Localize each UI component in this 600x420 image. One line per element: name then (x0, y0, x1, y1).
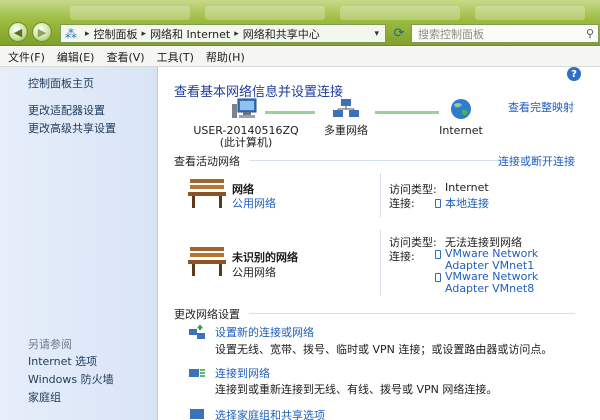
section-divider (249, 160, 511, 161)
park-bench-icon (188, 177, 226, 209)
task-description: 设置无线、宽带、拨号、临时或 VPN 连接；或设置路由器或访问点。 (215, 343, 553, 356)
map-node-sublabel: (此计算机) (219, 136, 273, 149)
map-node-computer[interactable]: USER-20140516ZQ (此计算机) (191, 98, 301, 149)
background-window-tab (475, 6, 585, 20)
search-placeholder: 搜索控制面板 (418, 27, 484, 41)
map-connection-line (375, 111, 439, 114)
connection-link-local[interactable]: 本地连接 (435, 195, 489, 211)
section-divider (249, 313, 575, 314)
breadcrumb-separator-icon: ▸ (141, 28, 147, 39)
computer-icon (231, 98, 261, 122)
breadcrumb-separator-icon: ▸ (85, 28, 90, 39)
active-networks-heading: 查看活动网络 (174, 155, 240, 168)
new-connection-icon (188, 324, 206, 340)
ethernet-adapter-icon (435, 199, 441, 208)
connection-name: 本地连接 (445, 197, 489, 210)
connect-disconnect-link[interactable]: 连接或断开连接 (498, 153, 575, 169)
breadcrumb-item[interactable]: 控制面板 (94, 26, 138, 42)
task-description: 连接到或重新连接到无线、有线、拨号或 VPN 网络连接。 (215, 383, 498, 396)
search-icon: ⚲ (585, 27, 594, 40)
park-bench-icon (188, 245, 226, 277)
search-input[interactable]: 搜索控制面板 ⚲ (411, 24, 599, 43)
address-bar[interactable]: ⁂ ▸ 控制面板 ▸ 网络和 Internet ▸ 网络和共享中心 ▾ (60, 24, 386, 43)
address-dropdown-icon[interactable]: ▾ (374, 29, 379, 39)
menu-tools[interactable]: 工具(T) (157, 49, 194, 65)
vertical-divider (380, 230, 381, 296)
sidebar-link-advanced-sharing[interactable]: 更改高级共享设置 (28, 120, 116, 136)
change-settings-heading: 更改网络设置 (174, 308, 240, 321)
globe-icon (446, 98, 476, 122)
ethernet-adapter-icon (435, 250, 441, 259)
network-nodes-icon: ⁂ (65, 26, 77, 41)
ethernet-adapter-icon (435, 273, 441, 282)
breadcrumb-separator-icon: ▸ (234, 28, 239, 39)
access-type-value: Internet (445, 181, 489, 194)
connection-link-vmnet8[interactable]: VMware Network Adapter VMnet8 (435, 271, 565, 295)
back-button[interactable]: ◀ (8, 22, 28, 42)
network-name: 未识别的网络 (232, 251, 298, 264)
forward-button[interactable]: ▶ (32, 22, 52, 42)
main-content: ? 查看基本网络信息并设置连接 查看完整映射 USER-20140516ZQ (… (159, 67, 600, 420)
forward-arrow-icon: ▶ (37, 25, 47, 39)
connection-name: VMware Network Adapter VMnet8 (445, 270, 539, 295)
menu-edit[interactable]: 编辑(E) (57, 49, 95, 65)
task-setup-new-connection[interactable]: 设置新的连接或网络 (215, 324, 314, 340)
network-type-link[interactable]: 公用网络 (232, 195, 276, 211)
connection-name: VMware Network Adapter VMnet1 (445, 247, 539, 272)
breadcrumb-item[interactable]: 网络和 Internet (150, 26, 230, 42)
menu-view[interactable]: 查看(V) (106, 49, 144, 65)
map-node-label: Internet (439, 124, 483, 137)
map-node-label: 多重网络 (324, 124, 368, 137)
vertical-divider (380, 173, 381, 217)
connections-label: 连接: (389, 250, 415, 263)
refresh-icon: ⟳ (393, 26, 405, 41)
network-type: 公用网络 (232, 266, 276, 279)
help-icon[interactable]: ? (567, 67, 581, 81)
map-node-internet[interactable]: Internet (431, 98, 491, 137)
menu-file[interactable]: 文件(F) (8, 49, 45, 65)
sidebar-link-adapter-settings[interactable]: 更改适配器设置 (28, 102, 105, 118)
sidebar-link-windows-firewall[interactable]: Windows 防火墙 (28, 371, 114, 387)
background-window-tab (205, 6, 325, 20)
sidebar-link-homegroup[interactable]: 家庭组 (28, 389, 61, 405)
see-also-heading: 另请参阅 (28, 338, 72, 351)
task-homegroup-sharing[interactable]: 选择家庭组和共享选项 (215, 407, 325, 420)
window-title-bar: ◀ ▶ ⁂ ▸ 控制面板 ▸ 网络和 Internet ▸ 网络和共享中心 ▾ … (0, 0, 600, 46)
multiple-networks-icon (331, 98, 361, 122)
connect-network-icon (188, 365, 206, 381)
full-map-link[interactable]: 查看完整映射 (508, 99, 574, 115)
background-window-tab (70, 6, 190, 20)
connections-label: 连接: (389, 197, 415, 210)
sidebar-link-internet-options[interactable]: Internet 选项 (28, 353, 97, 369)
menu-bar: 文件(F) 编辑(E) 查看(V) 工具(T) 帮助(H) (0, 47, 600, 67)
back-arrow-icon: ◀ (13, 25, 23, 39)
sidebar-link-control-panel-home[interactable]: 控制面板主页 (28, 75, 94, 91)
sidebar: 控制面板主页 更改适配器设置 更改高级共享设置 另请参阅 Internet 选项… (0, 67, 158, 420)
menu-help[interactable]: 帮助(H) (206, 49, 245, 65)
map-node-multiple-networks[interactable]: 多重网络 (315, 98, 377, 137)
refresh-button[interactable]: ⟳ (389, 24, 409, 43)
breadcrumb-item[interactable]: 网络和共享中心 (243, 26, 320, 42)
connection-link-vmnet1[interactable]: VMware Network Adapter VMnet1 (435, 248, 565, 272)
background-window-tab (340, 6, 460, 20)
task-connect-to-network[interactable]: 连接到网络 (215, 365, 270, 381)
homegroup-sharing-icon (188, 407, 206, 420)
